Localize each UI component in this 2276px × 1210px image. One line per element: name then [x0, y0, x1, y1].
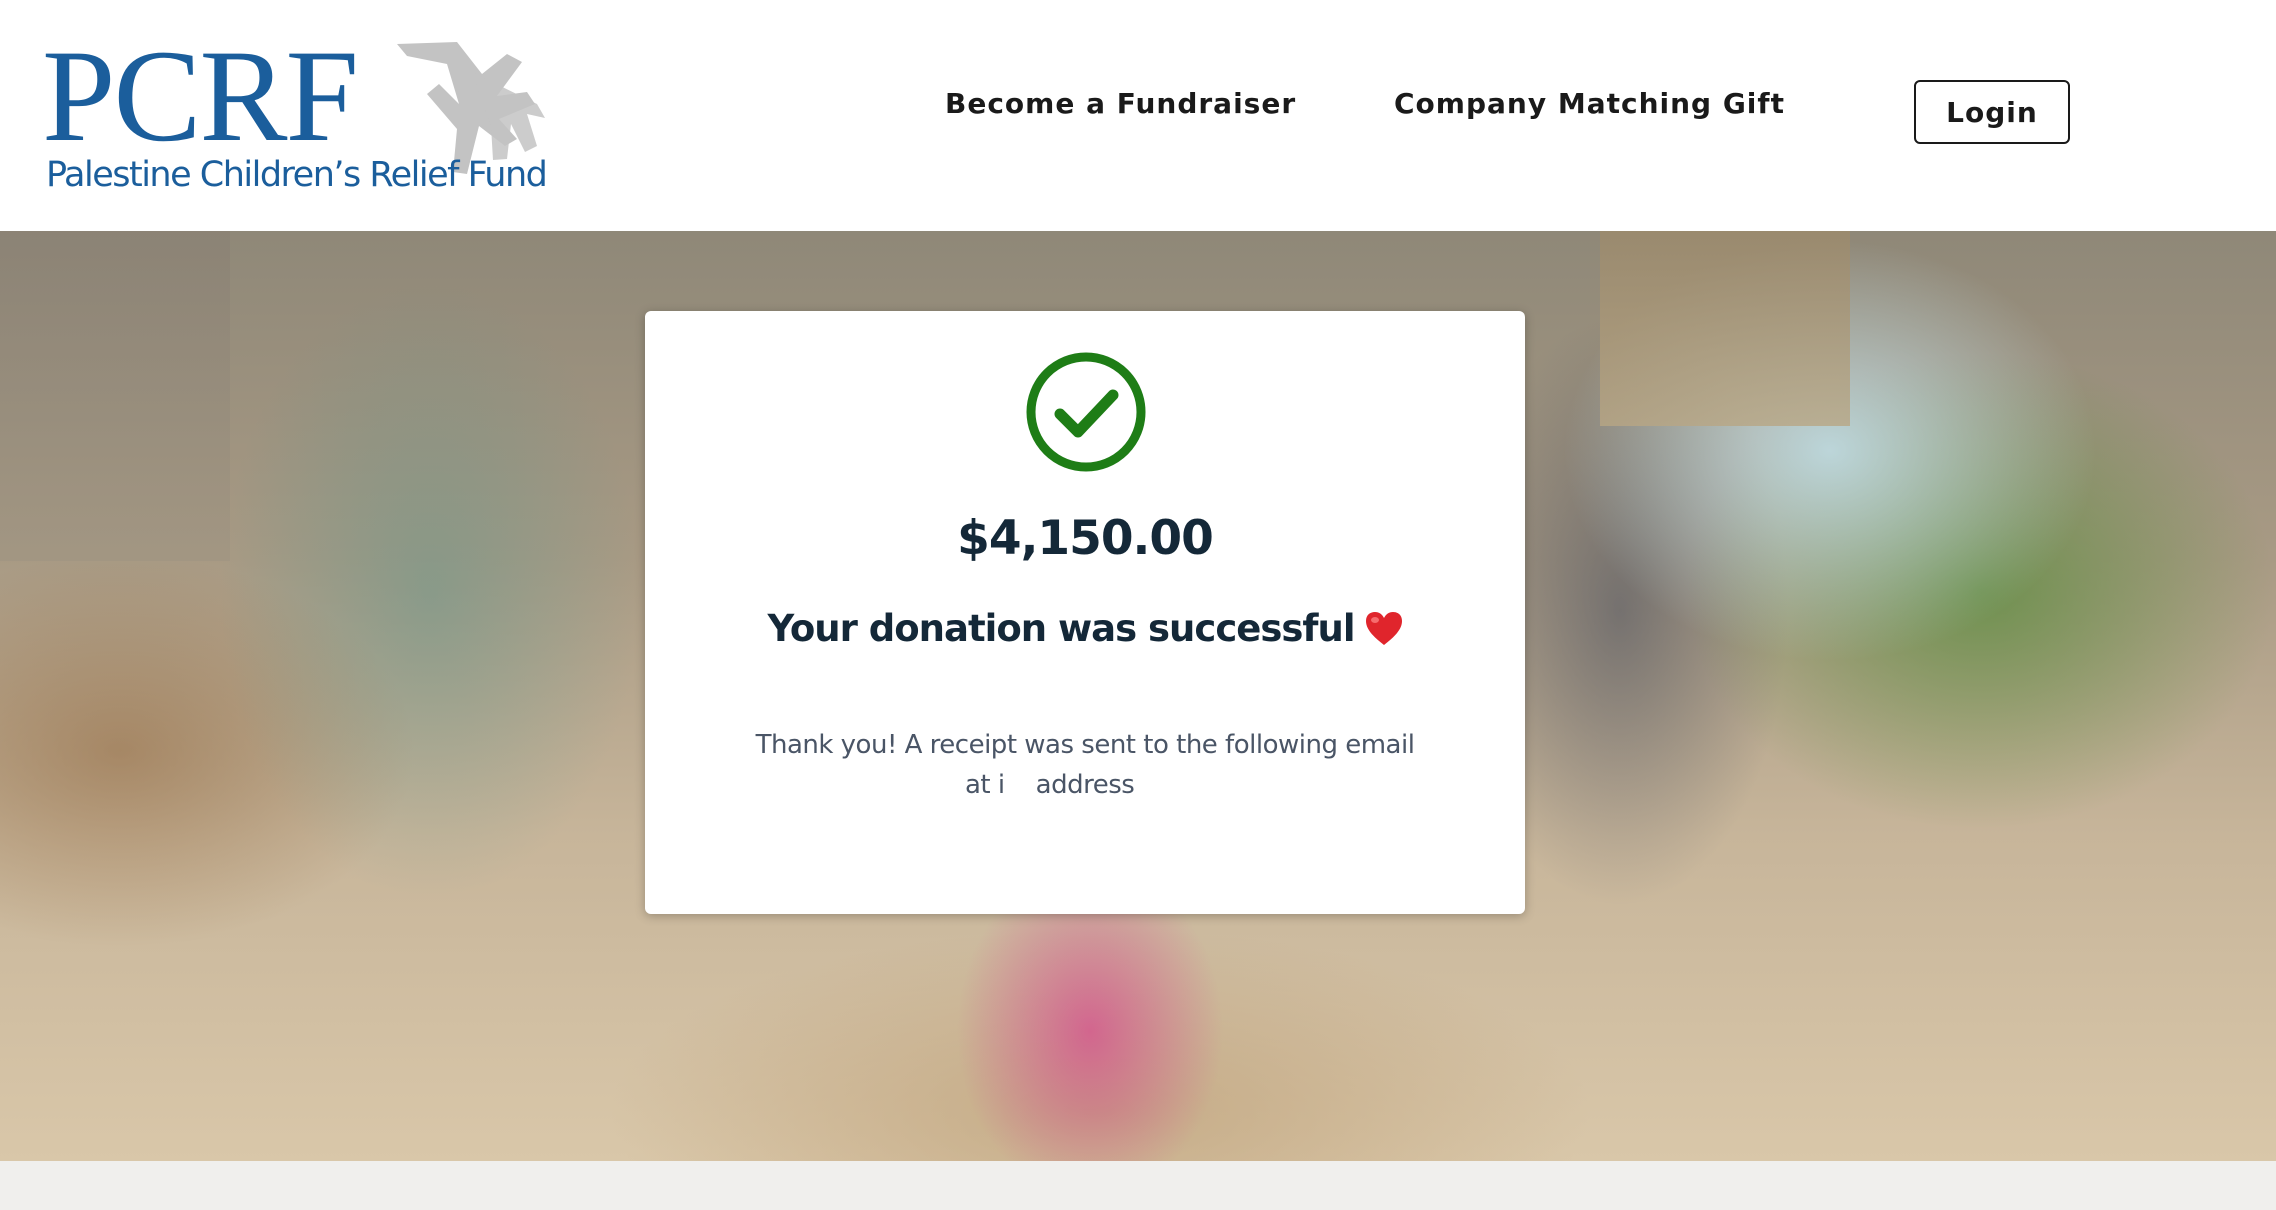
logo-subtitle: Palestine Children’s Relief Fund	[46, 155, 548, 195]
site-header: PCRF Palestine Children’s Relief Fund Be…	[0, 0, 2276, 231]
hero-roof-shape	[1600, 231, 1850, 426]
success-message: Your donation was successful	[767, 607, 1355, 650]
login-button[interactable]: Login	[1914, 80, 2070, 144]
logo-wordmark: PCRF	[42, 22, 359, 169]
success-heading: Your donation was successful	[645, 604, 1525, 654]
hero-wall-shape	[0, 231, 230, 561]
nav-become-fundraiser[interactable]: Become a Fundraiser	[945, 84, 1296, 124]
receipt-email: at i	[965, 770, 1005, 800]
donation-success-card: $4,150.00 Your donation was successful T…	[645, 311, 1525, 914]
donation-amount: $4,150.00	[957, 511, 1214, 566]
footer-strip	[0, 1161, 2276, 1210]
check-circle-icon	[1026, 352, 1146, 472]
nav-company-matching-gift[interactable]: Company Matching Gift	[1394, 84, 1785, 124]
pcrf-logo[interactable]: PCRF Palestine Children’s Relief Fund	[42, 22, 548, 200]
heart-icon	[1365, 612, 1402, 645]
